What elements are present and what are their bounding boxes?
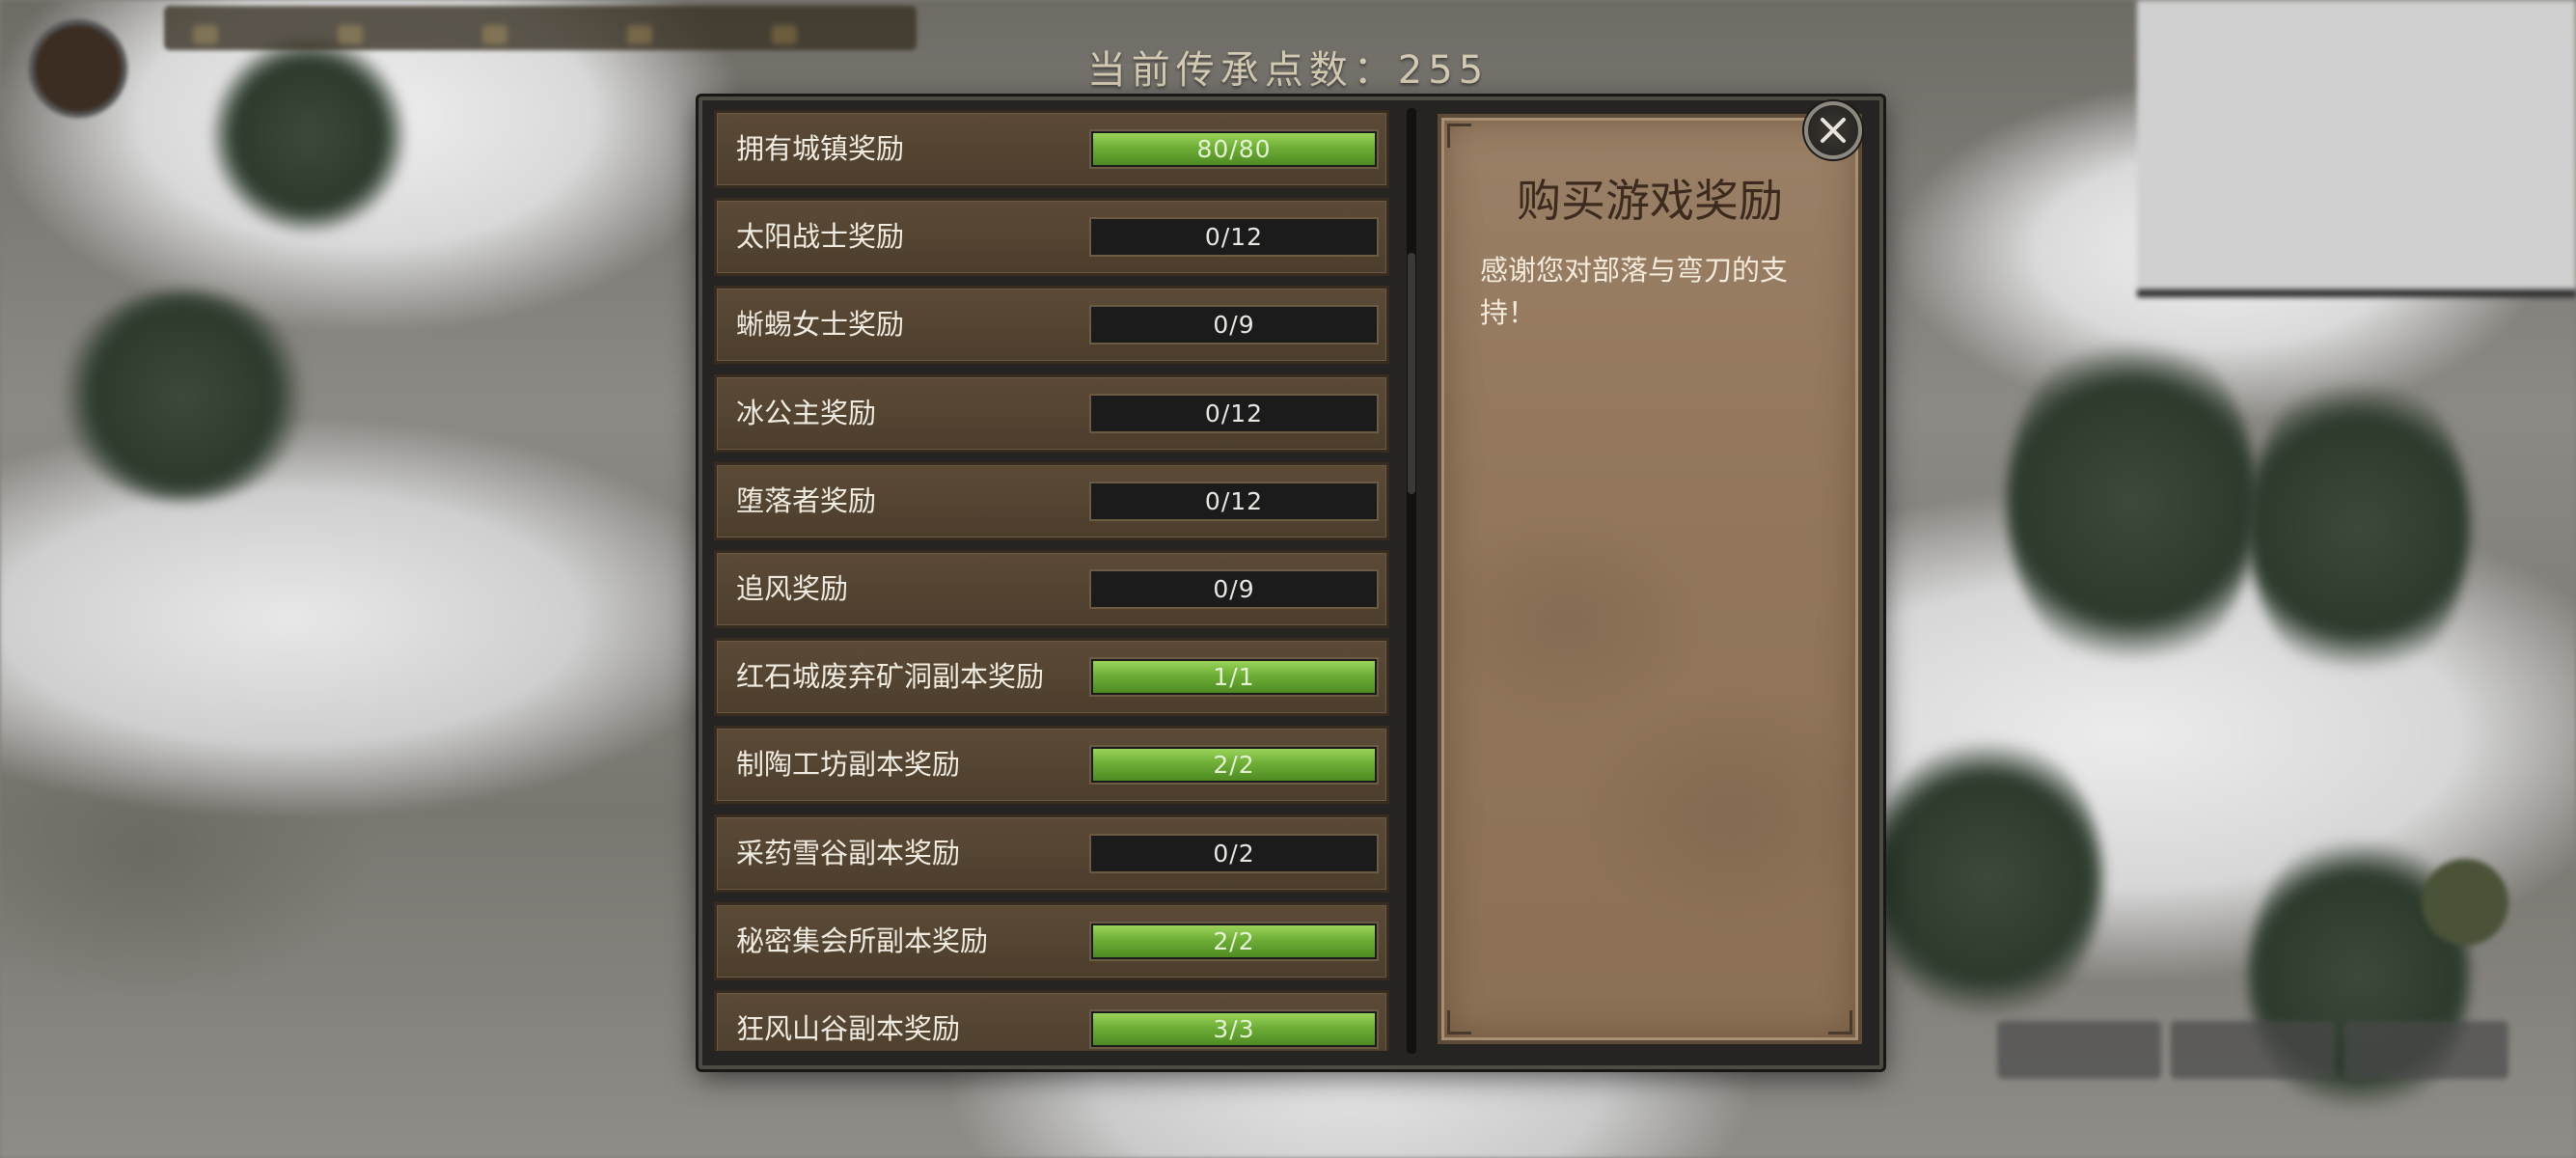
reward-row[interactable]: 狂风山谷副本奖励 3/3 xyxy=(714,990,1389,1051)
scrollbar[interactable] xyxy=(1407,108,1416,1054)
reward-dialog: 拥有城镇奖励 80/80 太阳战士奖励 0/12 蜥蜴女士奖励 0/9 冰公主奖励 0/12 堕… xyxy=(699,96,1883,1069)
progress-text: 2/2 xyxy=(1213,751,1255,780)
reward-list[interactable]: 拥有城镇奖励 80/80 太阳战士奖励 0/12 蜥蜴女士奖励 0/9 冰公主奖励 0/12 堕… xyxy=(714,110,1399,1051)
progress-text: 3/3 xyxy=(1213,1015,1255,1043)
reward-progress-bar: 0/12 xyxy=(1089,481,1379,521)
reward-label: 秘密集会所副本奖励 xyxy=(736,924,989,957)
reward-progress-bar: 3/3 xyxy=(1089,1009,1379,1049)
reward-label: 拥有城镇奖励 xyxy=(736,132,905,165)
reward-progress-bar: 80/80 xyxy=(1089,129,1379,169)
reward-row[interactable]: 冰公主奖励 0/12 xyxy=(714,373,1389,453)
corner-ornament xyxy=(1828,1010,1852,1034)
reward-row[interactable]: 制陶工坊副本奖励 2/2 xyxy=(714,726,1389,805)
progress-text: 2/2 xyxy=(1213,926,1255,955)
reward-row[interactable]: 太阳战士奖励 0/12 xyxy=(714,198,1389,277)
scroll-thumb[interactable] xyxy=(1408,253,1415,494)
reward-row[interactable]: 红石城废弃矿洞副本奖励 1/1 xyxy=(714,638,1389,717)
close-icon xyxy=(1821,118,1846,143)
info-description: 感谢您对部落与弯刀的支持！ xyxy=(1480,254,1789,329)
reward-progress-bar: 0/12 xyxy=(1089,393,1379,433)
reward-label: 狂风山谷副本奖励 xyxy=(736,1012,961,1045)
reward-label: 红石城废弃矿洞副本奖励 xyxy=(736,660,1045,694)
reward-label: 采药雪谷副本奖励 xyxy=(736,836,961,869)
progress-text: 0/12 xyxy=(1204,223,1264,252)
reward-progress-bar: 0/9 xyxy=(1089,569,1379,609)
bottom-button[interactable] xyxy=(2171,1021,2335,1079)
progress-text: 0/9 xyxy=(1213,575,1255,603)
progress-text: 1/1 xyxy=(1213,663,1255,692)
reward-row[interactable]: 拥有城镇奖励 80/80 xyxy=(714,110,1389,188)
reward-progress-bar: 0/2 xyxy=(1089,833,1379,873)
reward-progress-bar: 0/9 xyxy=(1089,305,1379,345)
reward-row[interactable]: 蜥蜴女士奖励 0/9 xyxy=(714,286,1389,365)
corner-ornament xyxy=(1447,124,1471,148)
reward-label: 追风奖励 xyxy=(736,572,849,605)
reward-progress-bar: 1/1 xyxy=(1089,657,1379,698)
reward-row[interactable]: 采药雪谷副本奖励 0/2 xyxy=(714,813,1389,893)
progress-text: 0/12 xyxy=(1204,399,1264,427)
progress-text: 0/2 xyxy=(1213,839,1255,868)
legacy-points-title: 当前传承点数：255 xyxy=(1086,48,1490,93)
close-button[interactable] xyxy=(1804,101,1862,159)
reward-label: 蜥蜴女士奖励 xyxy=(736,308,905,342)
reward-row[interactable]: 秘密集会所副本奖励 2/2 xyxy=(714,901,1389,980)
progress-text: 80/80 xyxy=(1196,135,1272,163)
reward-label: 堕落者奖励 xyxy=(736,483,877,517)
info-title: 购买游戏奖励 xyxy=(1517,175,1783,227)
reward-label: 制陶工坊副本奖励 xyxy=(736,748,961,782)
reward-row[interactable]: 堕落者奖励 0/12 xyxy=(714,461,1389,540)
reward-progress-bar: 0/12 xyxy=(1089,217,1379,258)
reward-label: 太阳战士奖励 xyxy=(736,220,905,254)
bottom-button[interactable] xyxy=(2344,1021,2508,1079)
progress-text: 0/12 xyxy=(1204,486,1264,515)
bottom-button[interactable] xyxy=(1997,1021,2161,1079)
info-panel: 购买游戏奖励 感谢您对部落与弯刀的支持！ xyxy=(1438,114,1862,1044)
reward-row[interactable]: 追风奖励 0/9 xyxy=(714,550,1389,628)
progress-text: 0/9 xyxy=(1213,311,1255,340)
reward-label: 冰公主奖励 xyxy=(736,396,877,429)
reward-progress-bar: 2/2 xyxy=(1089,921,1379,961)
corner-ornament xyxy=(1447,1010,1471,1034)
side-action-button[interactable] xyxy=(2422,859,2508,946)
reward-progress-bar: 2/2 xyxy=(1089,745,1379,786)
